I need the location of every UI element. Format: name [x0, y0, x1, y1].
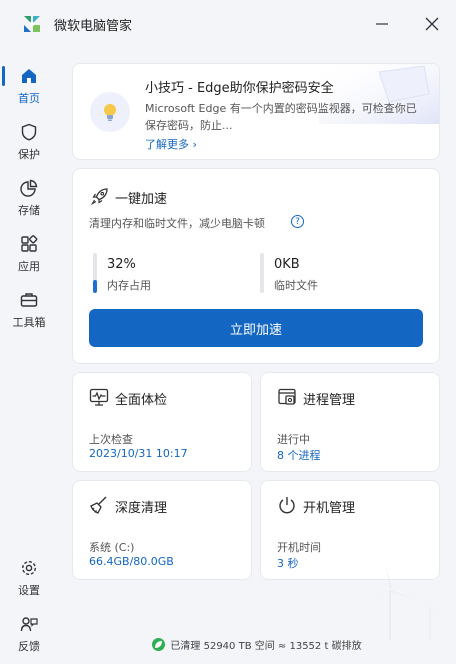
carbon-footer-text: 已清理 52940 TB 空间 ≈ 13552 t 碳排放	[170, 640, 362, 652]
close-icon	[425, 17, 439, 31]
learn-more-link[interactable]: 了解更多 ›	[145, 136, 197, 152]
sidebar-item-label: 保护	[18, 148, 40, 161]
monitor-pulse-icon	[89, 388, 109, 406]
boot-manager-title: 开机管理	[303, 501, 356, 516]
feedback-icon	[19, 614, 39, 634]
app-logo-icon	[24, 16, 40, 32]
sidebar-item-label: 工具箱	[12, 316, 46, 329]
speedup-card: 一键加速 清理内存和临时文件，减少电脑卡顿 ? 32% 内存占用 0KB 临时文…	[72, 168, 440, 364]
process-tile[interactable]: 进程管理 进行中 8 个进程	[260, 372, 440, 472]
memory-meter	[93, 253, 97, 293]
lightbulb-icon	[90, 92, 130, 132]
leaf-icon	[152, 637, 166, 651]
checkup-value: 2023/10/31 10:17	[89, 447, 188, 460]
sidebar-item-label: 首页	[18, 92, 40, 105]
temp-files-value: 0KB	[274, 257, 300, 272]
sidebar-item-storage[interactable]: 存储	[0, 178, 58, 226]
process-manager-icon	[278, 388, 296, 405]
tip-body: Microsoft Edge 有一个内置的密码监视器，可检查你已保存密码，防止.…	[145, 102, 417, 132]
carbon-footer: 已清理 52940 TB 空间 ≈ 13552 t 碳排放	[58, 632, 456, 656]
apps-grid-icon	[19, 234, 39, 254]
checkup-tile[interactable]: 全面体检 上次检查 2023/10/31 10:17	[72, 372, 252, 472]
pie-chart-icon	[19, 178, 39, 198]
memory-meter-fill	[93, 280, 97, 293]
broom-icon	[90, 496, 107, 514]
deep-clean-sub: 系统 (C:)	[89, 541, 135, 554]
gear-icon	[19, 558, 39, 578]
sidebar-item-home[interactable]: 首页	[0, 66, 58, 114]
tip-title: 小技巧 - Edge助你保护密码安全	[145, 81, 334, 96]
process-sub: 进行中	[277, 433, 310, 446]
toolbox-icon	[19, 290, 39, 310]
minimize-icon	[376, 23, 388, 25]
power-icon	[279, 497, 295, 514]
help-icon[interactable]: ?	[291, 215, 304, 228]
sidebar-item-label: 反馈	[18, 640, 40, 653]
tip-card[interactable]: 小技巧 - Edge助你保护密码安全 Microsoft Edge 有一个内置的…	[72, 63, 440, 160]
sidebar-item-settings[interactable]: 设置	[0, 558, 58, 606]
minimize-button[interactable]	[370, 12, 394, 36]
rocket-icon	[91, 188, 108, 205]
speedup-button[interactable]: 立即加速	[89, 309, 423, 347]
sidebar-item-toolbox[interactable]: 工具箱	[0, 290, 58, 338]
home-icon	[19, 66, 39, 86]
sidebar-item-label: 应用	[18, 260, 40, 273]
checkup-sub: 上次检查	[89, 433, 133, 446]
deep-clean-tile[interactable]: 深度清理 系统 (C:) 66.4GB/80.0GB	[72, 480, 252, 580]
close-button[interactable]	[420, 12, 444, 36]
memory-label: 内存占用	[107, 279, 151, 292]
temp-files-meter	[260, 253, 264, 293]
process-value: 8 个进程	[277, 449, 321, 462]
app-title: 微软电脑管家	[54, 19, 133, 34]
sidebar-item-apps[interactable]: 应用	[0, 234, 58, 282]
boot-manager-value: 3 秒	[277, 557, 299, 570]
deep-clean-title: 深度清理	[115, 501, 168, 516]
temp-files-label: 临时文件	[274, 279, 318, 292]
boot-manager-sub: 开机时间	[277, 541, 321, 554]
shield-icon	[19, 122, 39, 142]
sidebar-item-label: 存储	[18, 204, 40, 217]
checkup-title: 全面体检	[115, 393, 168, 408]
memory-value: 32%	[107, 257, 136, 272]
process-title: 进程管理	[303, 393, 356, 408]
title-bar: 微软电脑管家	[0, 0, 456, 48]
wind-turbine-decoration	[366, 562, 444, 640]
sidebar-item-feedback[interactable]: 反馈	[0, 614, 58, 662]
sidebar-item-label: 设置	[18, 584, 40, 597]
speedup-title: 一键加速	[115, 192, 168, 207]
sidebar-item-protect[interactable]: 保护	[0, 122, 58, 170]
speedup-description: 清理内存和临时文件，减少电脑卡顿	[89, 217, 265, 230]
deep-clean-value: 66.4GB/80.0GB	[89, 555, 174, 568]
